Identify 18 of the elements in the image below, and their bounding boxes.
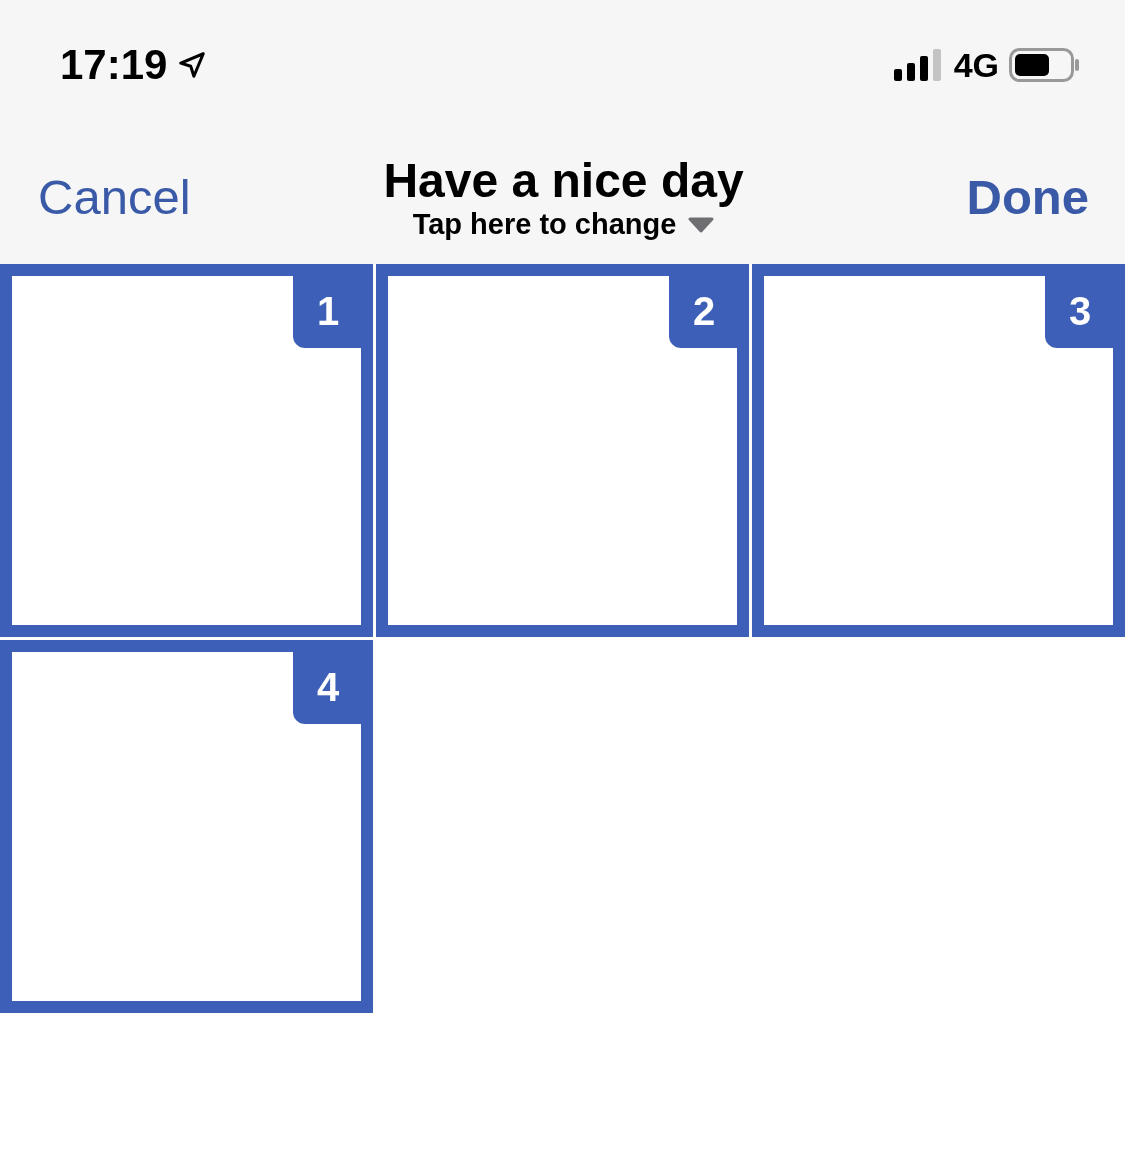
- photo-tile[interactable]: 3: [752, 264, 1125, 637]
- order-badge: 3: [1045, 274, 1115, 348]
- location-arrow-icon: [177, 50, 208, 80]
- nav-title: Have a nice day: [383, 153, 744, 208]
- done-button[interactable]: Done: [966, 169, 1089, 225]
- status-time: 17:19: [60, 41, 168, 89]
- photo-tile[interactable]: 2: [376, 264, 749, 637]
- cancel-button[interactable]: Cancel: [38, 169, 191, 225]
- signal-icon: [893, 49, 944, 81]
- order-badge: 2: [669, 274, 739, 348]
- photo-tile[interactable]: 1: [0, 264, 373, 637]
- caret-down-icon: [688, 216, 715, 233]
- order-badge: 1: [293, 274, 363, 348]
- change-button[interactable]: Tap here to change: [412, 208, 715, 241]
- battery-icon: [1009, 48, 1081, 82]
- photo-tile[interactable]: 4: [0, 640, 373, 1013]
- network-label: 4G: [953, 45, 999, 85]
- order-badge: 4: [293, 650, 363, 724]
